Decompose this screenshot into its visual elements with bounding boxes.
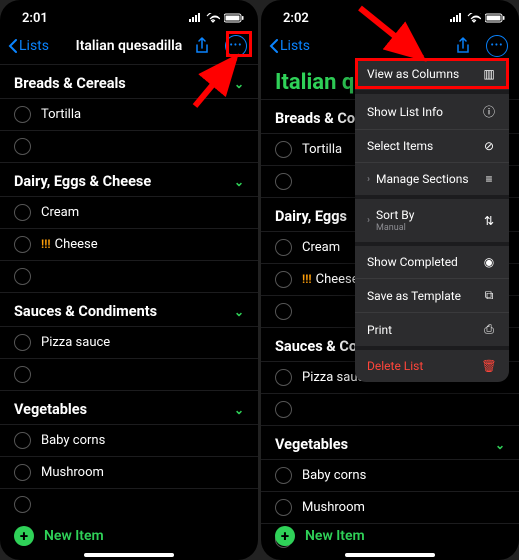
priority-badge: !!! xyxy=(41,237,51,251)
info-icon: ⓘ xyxy=(481,103,497,120)
columns-icon: ▥ xyxy=(481,67,497,81)
radio-icon[interactable] xyxy=(14,268,31,285)
list-item-empty[interactable] xyxy=(261,393,519,425)
radio-icon[interactable] xyxy=(275,271,292,288)
list-icon: ≡ xyxy=(481,172,497,186)
nav-bar: Lists Italian quesadilla ••• xyxy=(0,28,258,64)
chevron-down-icon: ⌄ xyxy=(234,77,244,91)
ellipsis-icon: ••• xyxy=(486,35,508,57)
chevron-down-icon: ⌄ xyxy=(234,403,244,417)
list-item[interactable]: Baby corns xyxy=(0,424,258,456)
list-item[interactable]: Baby corns xyxy=(261,459,519,491)
trash-icon: 🗑 xyxy=(481,359,497,373)
menu-show-completed[interactable]: Show Completed ◉ xyxy=(355,246,509,279)
list-item[interactable]: Cream xyxy=(0,196,258,228)
radio-icon[interactable] xyxy=(275,141,292,158)
section-vegetables[interactable]: Vegetables ⌄ xyxy=(261,425,519,459)
chevron-down-icon: ⌄ xyxy=(234,305,244,319)
menu-print[interactable]: Print ⎙ xyxy=(355,313,509,350)
sort-icon: ⇅ xyxy=(481,214,497,228)
list-item-empty[interactable] xyxy=(0,358,258,390)
status-bar: 2:01 xyxy=(0,0,258,28)
menu-delete-list[interactable]: Delete List 🗑 xyxy=(355,350,509,382)
list-item[interactable]: Pizza sauce xyxy=(0,326,258,358)
status-bar: 2:02 xyxy=(261,0,519,28)
eye-icon: ◉ xyxy=(481,255,497,269)
radio-icon[interactable] xyxy=(14,366,31,383)
priority-badge: !!! xyxy=(302,272,312,286)
radio-icon[interactable] xyxy=(14,496,31,513)
print-icon: ⎙ xyxy=(481,322,497,337)
radio-icon[interactable] xyxy=(14,464,31,481)
radio-icon[interactable] xyxy=(275,499,292,516)
menu-manage-sections[interactable]: › Manage Sections ≡ xyxy=(355,163,509,199)
home-indicator xyxy=(84,553,174,557)
chevron-right-icon: › xyxy=(367,215,370,226)
radio-icon[interactable] xyxy=(275,467,292,484)
list-item-empty[interactable] xyxy=(0,260,258,292)
list-item-empty[interactable] xyxy=(0,488,258,520)
status-icons xyxy=(449,13,505,23)
radio-icon[interactable] xyxy=(14,106,31,123)
back-label: Lists xyxy=(280,38,310,54)
radio-icon[interactable] xyxy=(14,138,31,155)
section-vegetables[interactable]: Vegetables ⌄ xyxy=(0,390,258,424)
more-button[interactable]: ••• xyxy=(483,32,511,60)
back-label: Lists xyxy=(19,38,49,54)
check-circle-icon: ⊘ xyxy=(481,139,497,153)
home-indicator xyxy=(345,553,435,557)
radio-icon[interactable] xyxy=(275,303,292,320)
phone-right: 2:02 Lists ••• Italian q Breads & Co Tor… xyxy=(261,0,519,560)
menu-show-info[interactable]: Show List Info ⓘ xyxy=(355,94,509,130)
radio-icon[interactable] xyxy=(14,334,31,351)
ellipsis-icon: ••• xyxy=(225,35,247,57)
back-button[interactable]: Lists xyxy=(8,38,49,54)
menu-save-template[interactable]: Save as Template ⧉ xyxy=(355,279,509,313)
list-item-empty[interactable] xyxy=(0,130,258,162)
section-sauces[interactable]: Sauces & Condiments ⌄ xyxy=(0,292,258,326)
section-dairy[interactable]: Dairy, Eggs & Cheese ⌄ xyxy=(0,162,258,196)
share-button[interactable] xyxy=(449,32,477,60)
radio-icon[interactable] xyxy=(275,239,292,256)
menu-sort-by[interactable]: › Sort ByManual ⇅ xyxy=(355,199,509,246)
template-icon: ⧉ xyxy=(481,288,497,303)
context-menu: View as Columns ▥ Show List Info ⓘ Selec… xyxy=(355,58,509,382)
radio-icon[interactable] xyxy=(14,204,31,221)
phone-left: 2:01 Lists Italian quesadilla ••• Breads… xyxy=(0,0,258,560)
list-item[interactable]: Tortilla xyxy=(0,98,258,130)
chevron-down-icon: ⌄ xyxy=(234,175,244,189)
more-button[interactable]: ••• xyxy=(222,32,250,60)
status-time: 2:02 xyxy=(283,11,309,26)
radio-icon[interactable] xyxy=(275,401,292,418)
radio-icon[interactable] xyxy=(275,173,292,190)
status-icons xyxy=(188,13,244,23)
back-button[interactable]: Lists xyxy=(269,38,310,54)
menu-select-items[interactable]: Select Items ⊘ xyxy=(355,130,509,163)
section-breads[interactable]: Breads & Cereals ⌄ xyxy=(0,64,258,98)
chevron-right-icon: › xyxy=(367,174,370,185)
list-item[interactable]: !!!Cheese xyxy=(0,228,258,260)
menu-view-columns[interactable]: View as Columns ▥ xyxy=(355,58,509,94)
radio-icon[interactable] xyxy=(275,369,292,386)
list-item[interactable]: Mushroom xyxy=(261,491,519,523)
plus-icon: + xyxy=(275,526,295,546)
new-item-button[interactable]: + New Item xyxy=(0,526,258,546)
chevron-down-icon: ⌄ xyxy=(495,438,505,452)
radio-icon[interactable] xyxy=(14,432,31,449)
radio-icon[interactable] xyxy=(14,236,31,253)
plus-icon: + xyxy=(14,526,34,546)
new-item-button[interactable]: + New Item xyxy=(261,526,519,546)
share-button[interactable] xyxy=(188,32,216,60)
list-item[interactable]: Mushroom xyxy=(0,456,258,488)
status-time: 2:01 xyxy=(22,11,48,26)
